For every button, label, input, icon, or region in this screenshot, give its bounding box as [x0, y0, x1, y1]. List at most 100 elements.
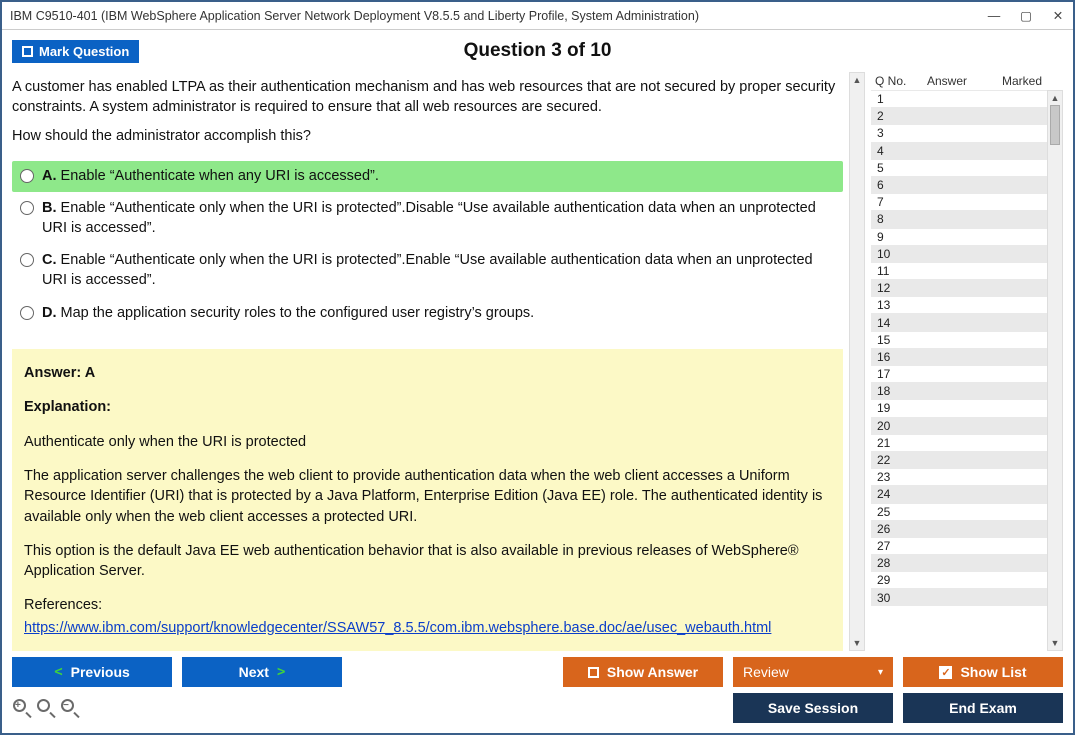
caret-down-icon: ▾ — [878, 667, 883, 678]
row-qnum: 3 — [871, 126, 913, 140]
radio-icon[interactable] — [20, 306, 34, 320]
zoom-reset-icon[interactable] — [36, 698, 56, 718]
save-session-button[interactable]: Save Session — [733, 693, 893, 723]
row-qnum: 30 — [871, 591, 913, 605]
question-row[interactable]: 27 — [871, 537, 1047, 554]
question-stem: A customer has enabled LTPA as their aut… — [12, 78, 843, 117]
review-label: Review — [743, 664, 789, 680]
row-qnum: 19 — [871, 401, 913, 415]
review-button[interactable]: Review ▾ — [733, 657, 893, 687]
next-button[interactable]: Next > — [182, 657, 342, 687]
question-row[interactable]: 6 — [871, 176, 1047, 193]
question-row[interactable]: 1 — [871, 90, 1047, 107]
question-row[interactable]: 18 — [871, 382, 1047, 399]
question-row[interactable]: 29 — [871, 571, 1047, 588]
row-qnum: 28 — [871, 556, 913, 570]
question-row[interactable]: 16 — [871, 348, 1047, 365]
close-icon[interactable]: ✕ — [1051, 9, 1065, 23]
question-row[interactable]: 10 — [871, 245, 1047, 262]
previous-button[interactable]: < Previous — [12, 657, 172, 687]
question-row[interactable]: 14 — [871, 313, 1047, 330]
zoom-in-icon[interactable]: + — [12, 698, 32, 718]
row-qnum: 25 — [871, 505, 913, 519]
question-row[interactable]: 28 — [871, 554, 1047, 571]
radio-icon[interactable] — [20, 253, 34, 267]
show-answer-button[interactable]: Show Answer — [563, 657, 723, 687]
scroll-up-icon[interactable]: ▲ — [850, 73, 864, 87]
option-b[interactable]: B. Enable “Authenticate only when the UR… — [12, 193, 843, 244]
header-bar: Mark Question Question 3 of 10 — [2, 30, 1073, 72]
checkbox-icon — [22, 46, 33, 57]
previous-label: Previous — [71, 664, 130, 680]
option-text: A. Enable “Authenticate when any URI is … — [42, 167, 835, 187]
question-row[interactable]: 21 — [871, 434, 1047, 451]
question-row[interactable]: 7 — [871, 193, 1047, 210]
explanation-p3: This option is the default Java EE web a… — [24, 541, 831, 582]
answer-panel: Answer: A Explanation: Authenticate only… — [12, 349, 843, 651]
app-window: IBM C9510-401 (IBM WebSphere Application… — [0, 0, 1075, 735]
row-qnum: 9 — [871, 230, 913, 244]
side-scroll-thumb[interactable] — [1050, 105, 1060, 145]
references-link[interactable]: https://www.ibm.com/support/knowledgecen… — [24, 620, 771, 636]
question-row[interactable]: 8 — [871, 210, 1047, 227]
option-text: D. Map the application security roles to… — [42, 304, 835, 324]
side-scrollbar[interactable]: ▲ ▼ — [1047, 90, 1063, 651]
question-row[interactable]: 12 — [871, 279, 1047, 296]
question-row[interactable]: 15 — [871, 331, 1047, 348]
question-rows: 1234567891011121314151617181920212223242… — [871, 90, 1047, 651]
question-row[interactable]: 11 — [871, 262, 1047, 279]
show-list-button[interactable]: ✓ Show List — [903, 657, 1063, 687]
row-qnum: 29 — [871, 573, 913, 587]
col-qno: Q No. — [871, 74, 913, 88]
row-qnum: 14 — [871, 316, 913, 330]
question-row[interactable]: 5 — [871, 159, 1047, 176]
option-c[interactable]: C. Enable “Authenticate only when the UR… — [12, 245, 843, 296]
row-qnum: 23 — [871, 470, 913, 484]
question-row[interactable]: 13 — [871, 296, 1047, 313]
content-area: A customer has enabled LTPA as their aut… — [2, 72, 1073, 651]
option-text: B. Enable “Authenticate only when the UR… — [42, 199, 835, 238]
question-row[interactable]: 2 — [871, 107, 1047, 124]
row-qnum: 5 — [871, 161, 913, 175]
question-row[interactable]: 3 — [871, 124, 1047, 141]
question-row[interactable]: 17 — [871, 365, 1047, 382]
zoom-out-icon[interactable]: − — [60, 698, 80, 718]
question-row[interactable]: 9 — [871, 228, 1047, 245]
side-scroll-up-icon[interactable]: ▲ — [1048, 91, 1062, 105]
question-row[interactable]: 26 — [871, 520, 1047, 537]
radio-icon[interactable] — [20, 169, 34, 183]
radio-icon[interactable] — [20, 201, 34, 215]
mark-question-button[interactable]: Mark Question — [12, 40, 139, 63]
references-label: References: — [24, 595, 831, 615]
row-qnum: 8 — [871, 212, 913, 226]
row-qnum: 22 — [871, 453, 913, 467]
minimize-icon[interactable]: — — [987, 9, 1001, 23]
main-scrollbar[interactable]: ▲ ▼ — [849, 72, 865, 651]
end-exam-button[interactable]: End Exam — [903, 693, 1063, 723]
question-row[interactable]: 4 — [871, 142, 1047, 159]
next-label: Next — [239, 664, 269, 680]
option-a[interactable]: A. Enable “Authenticate when any URI is … — [12, 161, 843, 193]
option-d[interactable]: D. Map the application security roles to… — [12, 298, 843, 330]
col-answer: Answer — [913, 74, 981, 88]
question-row[interactable]: 30 — [871, 588, 1047, 605]
scroll-down-icon[interactable]: ▼ — [850, 636, 864, 650]
question-heading: Question 3 of 10 — [2, 40, 1073, 62]
scroll-wrapper: A customer has enabled LTPA as their aut… — [12, 72, 865, 651]
row-qnum: 24 — [871, 487, 913, 501]
question-row[interactable]: 19 — [871, 399, 1047, 416]
question-row[interactable]: 25 — [871, 503, 1047, 520]
footer-bar-2: + − Save Session End Exam — [2, 691, 1073, 733]
side-scroll-track[interactable] — [1048, 105, 1062, 636]
question-scroll-area[interactable]: A customer has enabled LTPA as their aut… — [12, 72, 849, 651]
question-row[interactable]: 22 — [871, 451, 1047, 468]
maximize-icon[interactable]: ▢ — [1019, 9, 1033, 23]
question-row[interactable]: 24 — [871, 485, 1047, 502]
question-row[interactable]: 23 — [871, 468, 1047, 485]
row-qnum: 1 — [871, 92, 913, 106]
question-row[interactable]: 20 — [871, 417, 1047, 434]
option-text: C. Enable “Authenticate only when the UR… — [42, 251, 835, 290]
main-pane: A customer has enabled LTPA as their aut… — [12, 72, 865, 651]
side-scroll-down-icon[interactable]: ▼ — [1048, 636, 1062, 650]
question-list-body: 1234567891011121314151617181920212223242… — [871, 90, 1063, 651]
